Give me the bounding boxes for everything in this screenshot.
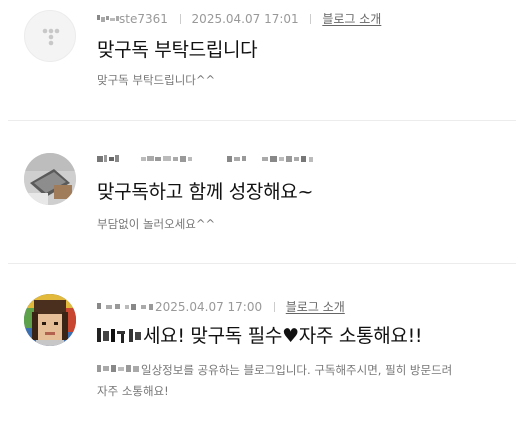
avatar[interactable] <box>24 294 76 346</box>
comment-item: 맞구독하고 함께 성장해요~ 부담없이 놀러오세요^^ <box>0 121 516 263</box>
comment-date: 2025.04.07 17:01 <box>191 12 299 26</box>
blurred-title-prefix <box>97 325 143 347</box>
meta-separator <box>179 14 181 24</box>
comment-description: 부담없이 놀러오세요^^ <box>97 217 216 231</box>
blog-intro-link[interactable]: 블로그 소개 <box>322 12 381 26</box>
comment-date: 2025.04.07 17:00 <box>155 300 263 314</box>
comment-description-continued: 자주 소통해요! <box>97 384 169 398</box>
author-name[interactable]: ste7361 <box>119 12 168 26</box>
default-avatar-icon[interactable] <box>24 10 76 62</box>
description-text-a: 일상정보를 공유하는 블로그입니다. 구독해주시면, 필히 방문드려 <box>141 363 453 377</box>
comment-item: 2025.04.07 17:00 블로그 소개 세요! 맞구독 필수♥자주 소통… <box>0 264 516 421</box>
comment-title[interactable]: 맞구독하고 함께 성장해요~ <box>97 177 313 204</box>
comment-title[interactable]: 세요! 맞구독 필수♥자주 소통해요!! <box>97 321 423 348</box>
heart-icon: ♥ <box>282 325 299 347</box>
comment-meta <box>97 152 333 166</box>
blurred-author-meta <box>97 152 333 166</box>
comment-title[interactable]: 맞구독 부탁드립니다 <box>97 35 258 62</box>
comment-meta: ste7361 2025.04.07 17:01 블로그 소개 <box>97 10 381 27</box>
comment-meta: 2025.04.07 17:00 블로그 소개 <box>97 298 345 315</box>
blog-intro-link[interactable]: 블로그 소개 <box>286 300 345 314</box>
meta-separator <box>273 302 275 312</box>
comment-description: 맞구독 부탁드립니다^^ <box>97 73 216 87</box>
comment-item: ste7361 2025.04.07 17:01 블로그 소개 맞구독 부탁드립… <box>0 0 516 120</box>
meta-separator <box>310 14 312 24</box>
title-text-a: 세요! 맞구독 필수 <box>143 325 283 347</box>
blurred-author-prefix <box>97 12 119 26</box>
avatar[interactable] <box>24 153 76 205</box>
title-text-b: 자주 소통해요!! <box>298 325 423 347</box>
blurred-description-prefix <box>97 363 141 377</box>
comment-description: 일상정보를 공유하는 블로그입니다. 구독해주시면, 필히 방문드려 <box>97 362 452 378</box>
blurred-author-name <box>97 300 155 314</box>
